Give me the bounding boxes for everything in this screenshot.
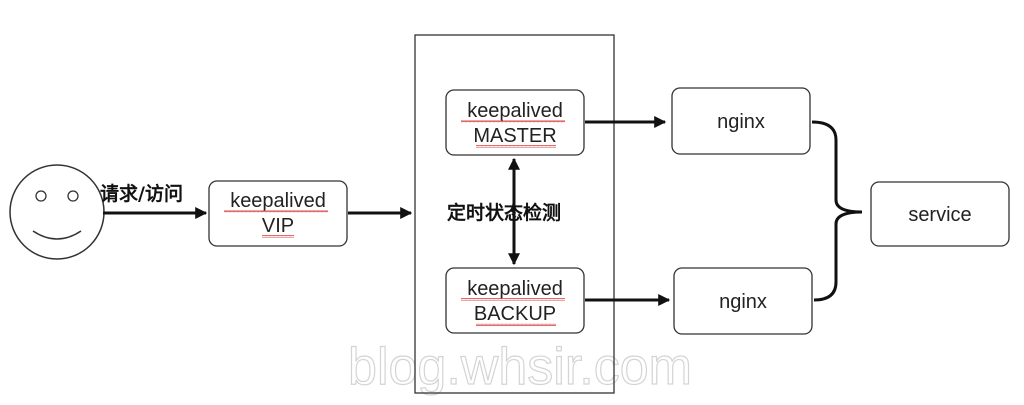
spellcheck-underline — [476, 145, 556, 148]
master-line2: MASTER — [473, 125, 556, 147]
vip-line1: keepalived — [230, 190, 326, 212]
spellcheck-underline — [461, 120, 565, 123]
nginx-top-node: nginx — [671, 87, 811, 155]
vip-line2: VIP — [262, 215, 294, 237]
service-label: service — [908, 204, 971, 226]
user-face-icon — [9, 164, 105, 260]
backup-line1: keepalived — [467, 278, 563, 300]
nginx-top-label: nginx — [717, 111, 765, 133]
vip-node: keepalived VIP — [208, 180, 348, 247]
backup-line2: BACKUP — [474, 303, 556, 325]
spellcheck-underline — [461, 298, 565, 301]
master-node: keepalived MASTER — [445, 89, 585, 156]
backup-node: keepalived BACKUP — [445, 267, 585, 334]
nginx-bottom-label: nginx — [719, 291, 767, 313]
health-check-label: 定时状态检测 — [447, 201, 561, 224]
spellcheck-underline — [476, 323, 556, 326]
service-node: service — [870, 181, 1010, 247]
watermark: blog.whsir.com — [348, 338, 692, 396]
spellcheck-underline — [224, 210, 328, 213]
nginx-bottom-node: nginx — [673, 267, 813, 335]
spellcheck-underline — [262, 235, 294, 238]
master-line1: keepalived — [467, 100, 563, 122]
request-label: 请求/访问 — [100, 182, 183, 205]
brace-connector — [811, 120, 863, 302]
